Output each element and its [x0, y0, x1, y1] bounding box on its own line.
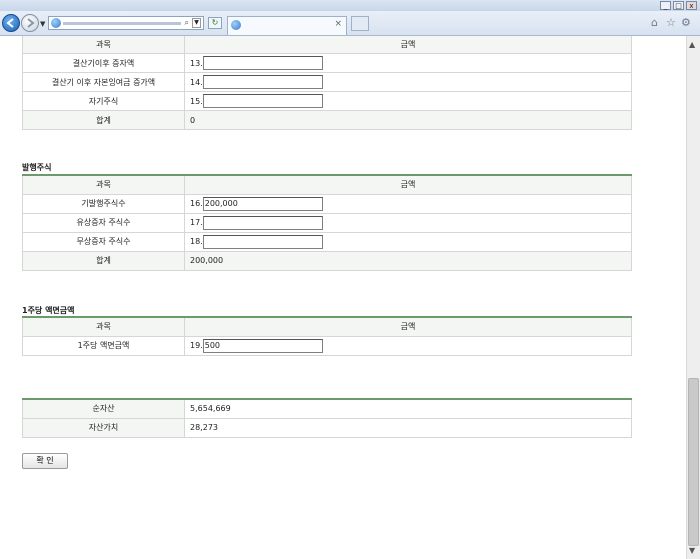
par-value-table: 과목 금액 1주당 액면금액 19. 500 [22, 316, 632, 356]
row-label: 유상증자 주식수 [22, 212, 185, 233]
table-header-row: 과목 금액 [22, 36, 632, 54]
table-header-row: 과목 금액 [22, 317, 632, 337]
confirm-button[interactable]: 확 인 [22, 453, 68, 469]
capital-adjustment-table: 과목 금액 결산기이후 증자액 13. 결산기 이후 자본잉여금 증가액 14.… [22, 36, 632, 130]
header-amount: 금액 [184, 175, 632, 195]
refresh-button[interactable]: ↻ [208, 17, 222, 29]
par-value-input[interactable]: 500 [202, 338, 323, 353]
total-label: 합계 [22, 110, 185, 130]
browser-toolbar: ▼ ⌕ ▼ ↻ × ⌂ ☆ ⚙ [0, 11, 700, 36]
back-button[interactable] [2, 14, 20, 32]
row-label: 무상증자 주식수 [22, 231, 185, 252]
row-number: 15. [190, 96, 203, 106]
scroll-down-icon[interactable]: ▼ [689, 546, 695, 555]
address-dropdown-icon[interactable]: ▼ [192, 18, 201, 28]
row-number: 18. [190, 237, 203, 246]
refresh-icon: ↻ [211, 18, 219, 27]
gear-icon[interactable]: ⚙ [681, 16, 691, 29]
row-number: 17. [190, 218, 203, 227]
row-label: 결산기 이후 자본잉여금 증가액 [22, 72, 185, 92]
row-number: 14. [190, 77, 203, 87]
browser-tab[interactable]: × [227, 16, 347, 35]
forward-button[interactable] [21, 14, 39, 32]
maximize-button[interactable]: □ [673, 1, 684, 10]
net-assets-label: 순자산 [22, 399, 185, 419]
header-subject: 과목 [22, 317, 185, 337]
table-header-row: 과목 금액 [22, 175, 632, 195]
star-icon[interactable]: ☆ [666, 16, 676, 29]
header-subject: 과목 [22, 36, 185, 54]
row-label: 기발행주식수 [22, 193, 185, 214]
history-dropdown-icon[interactable]: ▼ [40, 20, 45, 28]
table-row: 유상증자 주식수 17. [22, 212, 632, 233]
table-row: 기발행주식수 16. 200,000 [22, 193, 632, 214]
scroll-up-icon[interactable]: ▲ [689, 40, 695, 49]
table-row: 1주당 액면금액 19. 500 [22, 335, 632, 356]
page-content: 과목 금액 결산기이후 증자액 13. 결산기 이후 자본잉여금 증가액 14.… [0, 36, 686, 559]
table-row: 결산기이후 증자액 13. [22, 53, 632, 73]
paid-increase-shares-input[interactable] [202, 215, 323, 230]
scrollbar-thumb[interactable] [688, 378, 699, 546]
row-label: 1주당 액면금액 [22, 335, 185, 356]
total-value: 0 [184, 110, 632, 130]
table-row: 결산기 이후 자본잉여금 증가액 14. [22, 72, 632, 92]
address-bar[interactable]: ⌕ ▼ [48, 16, 204, 30]
row-label: 자기주식 [22, 91, 185, 111]
tab-favicon-icon [231, 20, 241, 30]
home-icon[interactable]: ⌂ [651, 16, 658, 29]
total-label: 합계 [22, 250, 185, 271]
row-number: 19. [190, 341, 203, 350]
asset-value-value: 28,273 [184, 417, 632, 438]
table-row: 자기주식 15. [22, 91, 632, 111]
header-subject: 과목 [22, 175, 185, 195]
total-value: 200,000 [184, 250, 632, 271]
issued-shares-title: 발행주식 [22, 163, 52, 172]
net-assets-value: 5,654,669 [184, 399, 632, 419]
close-window-button[interactable]: x [686, 1, 697, 10]
par-value-title: 1주당 액면금액 [22, 306, 75, 315]
treasury-stock-input[interactable] [202, 94, 323, 108]
search-icon[interactable]: ⌕ [185, 18, 189, 28]
table-row: 순자산 5,654,669 [22, 399, 632, 419]
header-amount: 금액 [184, 317, 632, 337]
back-icon [6, 18, 14, 28]
header-amount: 금액 [184, 36, 632, 54]
table-row: 자산가치 28,273 [22, 417, 632, 438]
row-number: 16. [190, 199, 203, 208]
asset-value-label: 자산가치 [22, 417, 185, 438]
site-favicon-icon [51, 18, 61, 28]
forward-icon [27, 18, 35, 28]
issued-shares-table: 과목 금액 기발행주식수 16. 200,000 유상증자 주식수 17. 무상증… [22, 174, 632, 271]
new-tab-button[interactable] [351, 16, 369, 31]
vertical-scrollbar[interactable]: ▲ ▼ [686, 36, 700, 559]
minimize-button[interactable]: _ [660, 1, 671, 10]
row-label: 결산기이후 증자액 [22, 53, 185, 73]
capital-increase-input[interactable] [202, 56, 323, 70]
total-row: 합계 200,000 [22, 250, 632, 271]
issued-shares-input[interactable]: 200,000 [202, 196, 323, 211]
summary-table: 순자산 5,654,669 자산가치 28,273 [22, 398, 632, 438]
free-increase-shares-input[interactable] [202, 234, 323, 249]
surplus-increase-input[interactable] [202, 75, 323, 89]
window-titlebar: _ □ x [0, 0, 700, 11]
address-url-redacted [63, 22, 181, 25]
table-row: 무상증자 주식수 18. [22, 231, 632, 252]
tab-close-icon[interactable]: × [334, 19, 342, 29]
total-row: 합계 0 [22, 110, 632, 130]
row-number: 13. [190, 58, 203, 68]
